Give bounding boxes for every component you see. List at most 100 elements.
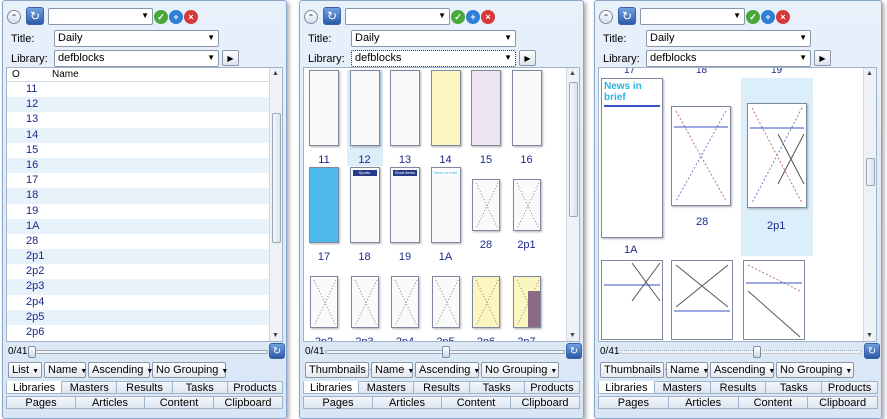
list-item[interactable]: 2p2	[7, 264, 282, 279]
tab-pages[interactable]: Pages	[303, 396, 373, 409]
add-icon[interactable]: +	[761, 10, 775, 24]
thumbnail-14[interactable]: 14	[428, 70, 464, 166]
tab-libraries[interactable]: Libraries	[6, 381, 63, 394]
sort-dropdown[interactable]: Name ▼	[371, 362, 414, 378]
thumbnail-2p3[interactable]: 2p3	[347, 264, 383, 341]
tab-content[interactable]: Content	[145, 396, 214, 409]
thumbnail-2p1[interactable]: 2p1	[509, 167, 545, 263]
list-item[interactable]: 28	[7, 234, 282, 249]
vertical-scrollbar[interactable]: ▲ ▼	[269, 68, 282, 341]
thumbnail-16[interactable]: 16	[509, 70, 545, 166]
thumbnail-12[interactable]: 12	[346, 70, 383, 166]
list-item[interactable]: 12	[7, 97, 282, 113]
zoom-slider[interactable]	[325, 346, 565, 358]
order-dropdown[interactable]: Ascending ▼	[710, 362, 775, 378]
list-item[interactable]: 2p1	[7, 249, 282, 265]
thumbnail-15[interactable]: 15	[468, 70, 504, 166]
column-name[interactable]: Name	[52, 69, 79, 80]
tab-articles[interactable]: Articles	[373, 396, 442, 409]
grouping-dropdown[interactable]: No Grouping ▼	[481, 362, 559, 378]
vertical-scrollbar[interactable]: ▲ ▼	[566, 68, 579, 341]
tab-tasks[interactable]: Tasks	[766, 381, 823, 394]
thumbnail-28[interactable]: 28	[468, 167, 504, 263]
sort-dropdown[interactable]: Name ▼	[44, 362, 87, 378]
thumbnail-2p4[interactable]	[743, 260, 805, 340]
tab-results[interactable]: Results	[710, 381, 767, 394]
thumbnail-2p4[interactable]: 2p4	[387, 264, 423, 341]
tab-libraries[interactable]: Libraries	[598, 381, 655, 394]
remove-icon[interactable]: ×	[776, 10, 790, 24]
tab-products[interactable]: Products	[822, 381, 878, 394]
thumbnail-2p3[interactable]	[671, 260, 733, 340]
list-item[interactable]: 15	[7, 143, 282, 158]
thumbnail-11[interactable]: 11	[306, 70, 342, 166]
library-select[interactable]: defblocks ▼	[351, 50, 516, 67]
title-select[interactable]: Daily ▼	[54, 30, 219, 47]
list-item[interactable]: 11	[7, 82, 282, 97]
tab-masters[interactable]: Masters	[62, 381, 118, 394]
order-dropdown[interactable]: Ascending ▼	[88, 362, 153, 378]
tab-results[interactable]: Results	[414, 381, 470, 394]
collapse-icon[interactable]: ⌃	[599, 10, 613, 24]
order-dropdown[interactable]: Ascending ▼	[415, 362, 480, 378]
list-item[interactable]: 16	[7, 157, 282, 174]
view-dropdown[interactable]: Thumbnails▼	[600, 362, 671, 378]
refresh-bottom-button[interactable]: ↻	[269, 343, 285, 359]
list-item[interactable]: 2p4	[7, 295, 282, 310]
thumbnail-1A[interactable]: News in brief	[601, 78, 663, 238]
list-item[interactable]: 2p5	[7, 309, 282, 325]
thumbnail-18[interactable]: Sports roundup 18	[347, 167, 383, 263]
list-item[interactable]: 14	[7, 127, 282, 143]
tab-pages[interactable]: Pages	[598, 396, 669, 409]
thumbnail-2p7[interactable]: 2p7	[509, 264, 545, 341]
search-combo[interactable]: ▼	[345, 8, 450, 25]
tab-pages[interactable]: Pages	[6, 396, 76, 409]
list-item[interactable]: 17	[7, 173, 282, 188]
collapse-icon[interactable]: ⌃	[7, 10, 21, 24]
tab-clipboard[interactable]: Clipboard	[511, 396, 580, 409]
thumbnail-2p1-selected[interactable]: 2p1	[741, 78, 813, 256]
tab-results[interactable]: Results	[117, 381, 173, 394]
tab-libraries[interactable]: Libraries	[303, 381, 360, 394]
thumbnail-1A[interactable]: News in brief 1A	[428, 167, 464, 263]
remove-icon[interactable]: ×	[481, 10, 495, 24]
thumbnail-2p2[interactable]: 2p2	[306, 264, 342, 341]
list-item[interactable]: 19	[7, 204, 282, 219]
grouping-dropdown[interactable]: No Grouping ▼	[152, 362, 228, 378]
tab-tasks[interactable]: Tasks	[469, 381, 525, 394]
add-icon[interactable]: +	[169, 10, 183, 24]
view-dropdown[interactable]: Thumbnails▼	[305, 362, 376, 378]
list-item[interactable]: 13	[7, 112, 282, 127]
tab-content[interactable]: Content	[442, 396, 511, 409]
grouping-dropdown[interactable]: No Grouping ▼	[776, 362, 854, 378]
thumbnail-19[interactable]: Short items 19	[387, 167, 423, 263]
thumbnail-13[interactable]: 13	[387, 70, 423, 166]
sort-dropdown[interactable]: Name ▼	[666, 362, 709, 378]
apply-icon[interactable]: ✓	[746, 10, 760, 24]
list-item[interactable]: 2p6	[7, 325, 282, 340]
tab-masters[interactable]: Masters	[359, 381, 415, 394]
tab-clipboard[interactable]: Clipboard	[214, 396, 283, 409]
title-select[interactable]: Daily ▼	[646, 30, 811, 47]
view-dropdown[interactable]: List ▼	[8, 362, 42, 378]
tab-tasks[interactable]: Tasks	[172, 381, 228, 394]
add-icon[interactable]: +	[466, 10, 480, 24]
tab-products[interactable]: Products	[524, 381, 581, 394]
column-o[interactable]: O	[12, 69, 20, 80]
refresh-button[interactable]: ↻	[26, 7, 44, 25]
zoom-slider[interactable]	[28, 346, 268, 358]
play-icon[interactable]: ▶	[222, 50, 239, 66]
search-combo[interactable]: ▼	[48, 8, 153, 25]
apply-icon[interactable]: ✓	[451, 10, 465, 24]
tab-content[interactable]: Content	[738, 396, 809, 409]
tab-articles[interactable]: Articles	[76, 396, 145, 409]
list-item[interactable]: 2p3	[7, 279, 282, 295]
list-item[interactable]: 18	[7, 188, 282, 204]
play-icon[interactable]: ▶	[814, 50, 831, 66]
refresh-bottom-button[interactable]: ↻	[566, 343, 582, 359]
collapse-icon[interactable]: ⌃	[304, 10, 318, 24]
tab-masters[interactable]: Masters	[654, 381, 711, 394]
thumbnail-2p6[interactable]: 2p6	[468, 264, 504, 341]
vertical-scrollbar[interactable]: ▲ ▼	[863, 68, 876, 341]
zoom-slider[interactable]	[620, 346, 862, 358]
